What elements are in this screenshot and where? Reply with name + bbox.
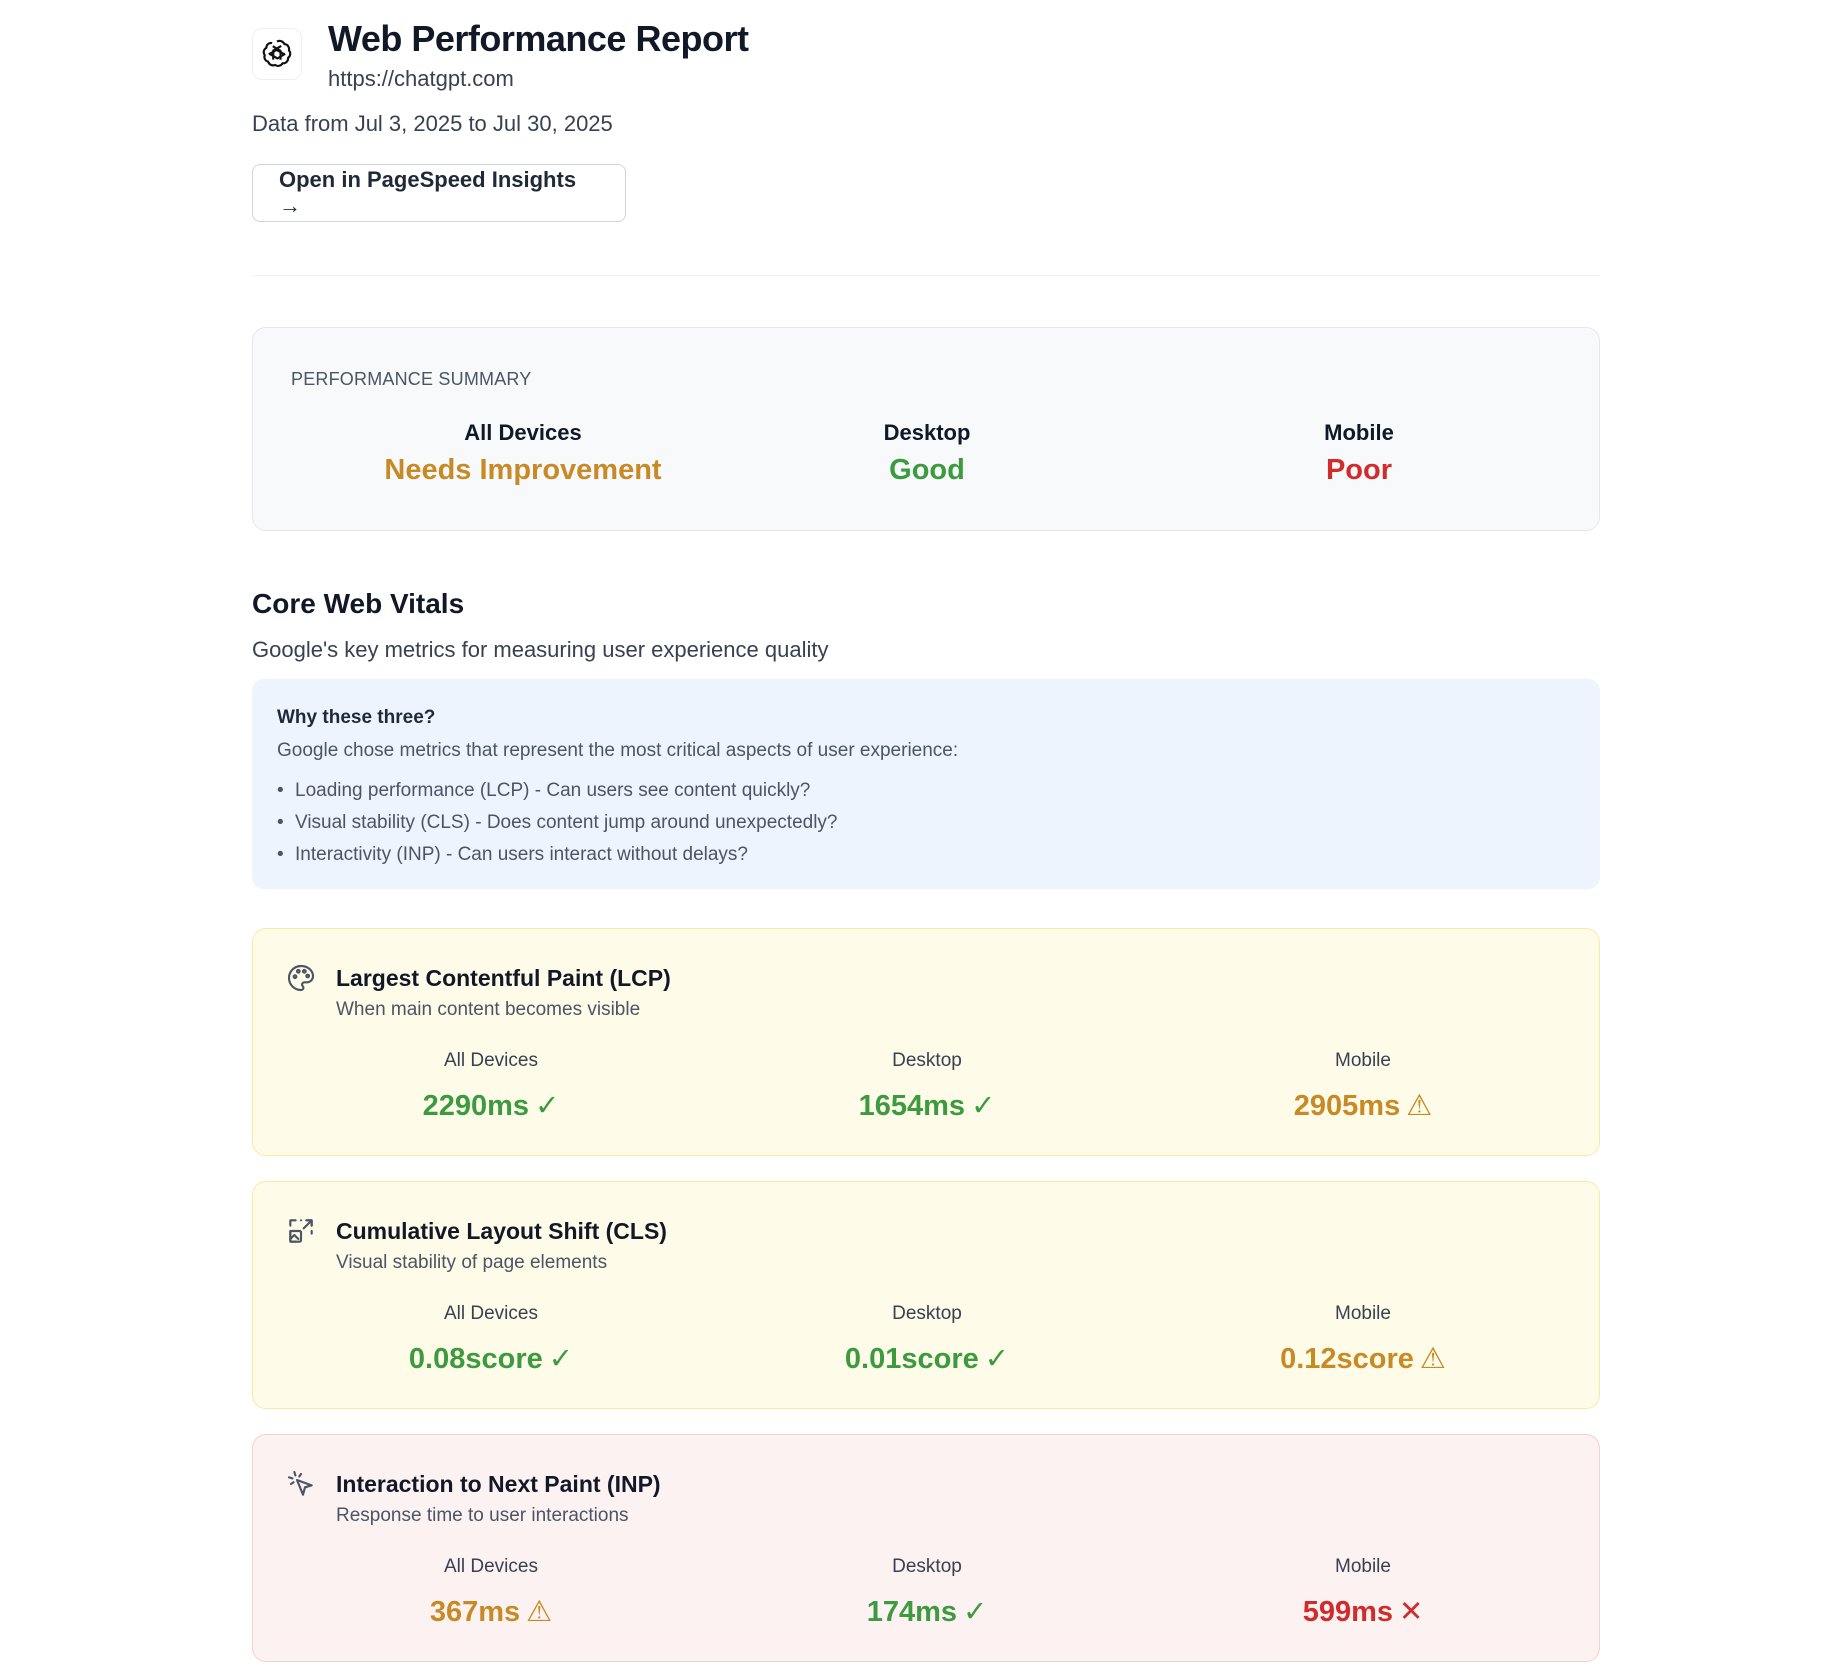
check-icon: ✓ <box>548 1343 574 1375</box>
metric-device-label: All Devices <box>444 1303 538 1324</box>
metric-device-label: Desktop <box>892 1556 962 1577</box>
palette-icon <box>285 962 317 994</box>
metric-desktop: Desktop 1654ms ✓ <box>727 1050 1127 1123</box>
metric-device-label: All Devices <box>444 1556 538 1577</box>
metric-device-label: Mobile <box>1335 1556 1391 1577</box>
warning-icon: ⚠ <box>1406 1090 1433 1122</box>
cwv-heading: Core Web Vitals <box>252 588 465 619</box>
metric-all-devices: All Devices 0.08score ✓ <box>291 1303 691 1376</box>
metric-mobile: Mobile 599ms ✕ <box>1163 1556 1563 1629</box>
metric-device-label: Desktop <box>892 1050 962 1071</box>
metric-title: Interaction to Next Paint (INP) <box>336 1471 661 1497</box>
summary-status: Poor <box>1325 454 1393 486</box>
layout-shift-icon <box>285 1215 317 1247</box>
why-bullet-list: • Loading performance (LCP) - Can users s… <box>277 775 838 871</box>
cwv-subtitle: Google's key metrics for measuring user … <box>252 637 829 662</box>
summary-mobile: Mobile Poor <box>1159 420 1559 487</box>
metric-card-lcp: Largest Contentful Paint (LCP) When main… <box>252 928 1600 1156</box>
summary-all-devices: All Devices Needs Improvement <box>323 420 723 487</box>
date-range: Data from Jul 3, 2025 to Jul 30, 2025 <box>252 111 613 136</box>
metric-value: 2905ms ⚠ <box>1293 1090 1433 1122</box>
summary-device-label: All Devices <box>464 420 582 445</box>
page-title: Web Performance Report <box>328 18 749 59</box>
check-icon: ✓ <box>535 1090 560 1122</box>
check-icon: ✓ <box>963 1596 988 1628</box>
metric-value: 367ms ⚠ <box>429 1596 553 1628</box>
metric-value: 0.12score ⚠ <box>1280 1343 1446 1375</box>
summary-status: Good <box>889 454 965 486</box>
metric-desktop: Desktop 0.01score ✓ <box>727 1303 1127 1376</box>
check-icon: ✓ <box>971 1090 996 1122</box>
cross-icon: ✕ <box>1399 1596 1424 1628</box>
metric-value: 0.01score ✓ <box>844 1343 1010 1375</box>
list-item: • Loading performance (LCP) - Can users s… <box>277 780 811 801</box>
summary-device-label: Desktop <box>883 420 971 445</box>
list-item: • Interactivity (INP) - Can users interac… <box>277 844 749 865</box>
metric-card-cls: Cumulative Layout Shift (CLS) Visual sta… <box>252 1181 1600 1409</box>
section-divider <box>252 275 1600 276</box>
check-icon: ✓ <box>984 1343 1010 1375</box>
list-item: • Visual stability (CLS) - Does content j… <box>277 812 838 833</box>
metric-description: Visual stability of page elements <box>336 1252 608 1273</box>
summary-desktop: Desktop Good <box>727 420 1127 487</box>
metric-device-label: All Devices <box>444 1050 538 1071</box>
metric-card-inp: Interaction to Next Paint (INP) Response… <box>252 1434 1600 1662</box>
summary-status: Needs Improvement <box>384 454 662 486</box>
summary-label: PERFORMANCE SUMMARY <box>291 369 532 389</box>
metric-device-label: Mobile <box>1335 1050 1391 1071</box>
metric-value: 174ms ✓ <box>866 1596 988 1628</box>
metric-device-label: Mobile <box>1335 1303 1391 1324</box>
metric-desktop: Desktop 174ms ✓ <box>727 1556 1127 1629</box>
open-pagespeed-button[interactable]: Open in PageSpeed Insights → <box>252 164 626 222</box>
metric-all-devices: All Devices 2290ms ✓ <box>291 1050 691 1123</box>
metric-mobile: Mobile 2905ms ⚠ <box>1163 1050 1563 1123</box>
warning-icon: ⚠ <box>526 1596 553 1628</box>
metric-device-label: Desktop <box>892 1303 962 1324</box>
openai-logo-icon <box>252 28 302 80</box>
why-description: Google chose metrics that represent the … <box>277 740 959 761</box>
report-page: Web Performance Report https://chatgpt.c… <box>0 0 1840 1666</box>
metric-all-devices: All Devices 367ms ⚠ <box>291 1556 691 1629</box>
warning-icon: ⚠ <box>1419 1343 1446 1375</box>
summary-device-label: Mobile <box>1324 420 1394 445</box>
metric-description: Response time to user interactions <box>336 1505 629 1526</box>
site-url: https://chatgpt.com <box>328 66 514 91</box>
why-these-three-box: Why these three? Google chose metrics th… <box>252 679 1600 889</box>
metric-title: Largest Contentful Paint (LCP) <box>336 965 671 991</box>
metric-title: Cumulative Layout Shift (CLS) <box>336 1218 667 1244</box>
performance-summary-card: PERFORMANCE SUMMARY All Devices Needs Im… <box>252 327 1600 531</box>
metric-value: 599ms ✕ <box>1302 1596 1424 1628</box>
why-title: Why these three? <box>277 707 436 728</box>
metric-mobile: Mobile 0.12score ⚠ <box>1163 1303 1563 1376</box>
metric-value: 1654ms ✓ <box>858 1090 996 1122</box>
pointer-click-icon <box>285 1468 317 1500</box>
metric-value: 2290ms ✓ <box>422 1090 560 1122</box>
metric-description: When main content becomes visible <box>336 999 641 1020</box>
metric-value: 0.08score ✓ <box>408 1343 574 1375</box>
